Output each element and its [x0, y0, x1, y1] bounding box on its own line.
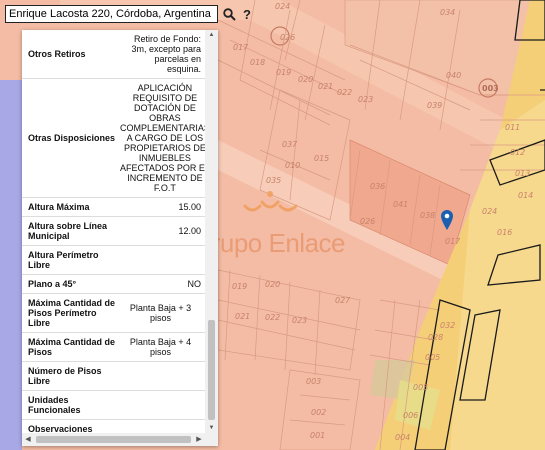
- scroll-right-icon[interactable]: ▶: [193, 433, 205, 446]
- parcel-label: 001: [310, 431, 325, 440]
- row-label: Altura sobre Línea Municipal: [28, 221, 108, 241]
- parcel-label: 013: [515, 169, 530, 178]
- parcel-label: 018: [250, 58, 265, 67]
- parcel-label: 003: [482, 84, 499, 93]
- parcel-info-panel: Otros Retiros Retiro de Fondo: 3m, except…: [22, 30, 218, 446]
- scroll-down-icon[interactable]: ▼: [205, 423, 218, 433]
- parcel-label: 026: [280, 33, 295, 42]
- parcel-label: 004: [395, 433, 410, 442]
- parcel-label: 011: [505, 123, 520, 132]
- location-pin-icon[interactable]: [441, 210, 453, 235]
- table-row: Máxima Cantidad de Pisos Planta Baja + 4…: [22, 333, 205, 362]
- row-value: [118, 362, 205, 390]
- row-label: Unidades Funcionales: [28, 395, 81, 415]
- parcel-label: 014: [518, 191, 533, 200]
- parcel-label: 040: [446, 71, 461, 80]
- row-value: Retiro de Fondo: 3m, excepto para parcelas…: [131, 34, 201, 74]
- parcel-label: 024: [275, 2, 290, 11]
- parcel-label: 015: [314, 154, 329, 163]
- row-value: 15.00: [178, 202, 201, 212]
- parcel-label: 006: [403, 411, 418, 420]
- parcel-label: 022: [265, 313, 280, 322]
- table-row: Otros Retiros Retiro de Fondo: 3m, except…: [22, 30, 205, 79]
- watermark-logo-icon: [240, 188, 300, 223]
- parcel-label: 037: [282, 140, 298, 149]
- parcel-label: 005: [413, 383, 428, 392]
- parcel-label: 003: [306, 377, 321, 386]
- scrollbar-thumb[interactable]: [36, 436, 191, 443]
- parcel-label: 020: [265, 280, 280, 289]
- parcel-label: 016: [497, 228, 512, 237]
- horizontal-scrollbar[interactable]: ◀ ▶: [22, 433, 218, 446]
- vertical-scrollbar[interactable]: ▲ ▼: [205, 30, 218, 433]
- row-value: Planta Baja + 4 pisos: [129, 337, 192, 357]
- parcel-label: 005: [425, 353, 440, 362]
- table-row: Número de Pisos Libre: [22, 362, 205, 391]
- parcel-label: 010: [285, 161, 300, 170]
- parcel-label: 021: [318, 82, 333, 91]
- parcel-label: 019: [276, 68, 291, 77]
- parcel-label: 032: [440, 321, 455, 330]
- scroll-up-icon[interactable]: ▲: [205, 30, 218, 40]
- help-button[interactable]: ?: [240, 6, 254, 22]
- parcel-label: 019: [232, 282, 247, 291]
- parcel-label: 024: [482, 207, 497, 216]
- table-row: Altura Máxima 15.00: [22, 198, 205, 217]
- scrollbar-thumb[interactable]: [208, 320, 215, 420]
- parcel-info-table: Otros Retiros Retiro de Fondo: 3m, except…: [22, 30, 205, 433]
- search-bar: ?: [5, 5, 254, 23]
- parcel-label: 035: [266, 176, 281, 185]
- parcel-label: 027: [335, 296, 351, 305]
- row-label: Otros Retiros: [28, 49, 86, 59]
- row-value: 12.00: [178, 226, 201, 236]
- parcel-label: 002: [311, 408, 326, 417]
- row-value: APLICACIÓN REQUISITO DE DOTACIÓN DE OBRAS CO…: [120, 83, 205, 193]
- parcel-label: 017: [445, 237, 461, 246]
- table-row: Máxima Cantidad de Pisos Perímetro Libre…: [22, 294, 205, 333]
- parcel-label: 039: [427, 101, 442, 110]
- table-row: Altura sobre Línea Municipal 12.00: [22, 217, 205, 246]
- table-row: Altura Perímetro Libre: [22, 246, 205, 275]
- parcel-label: 020: [298, 75, 313, 84]
- row-value: [118, 391, 205, 419]
- parcel-label: 023: [358, 95, 373, 104]
- table-row: Plano a 45° NO: [22, 275, 205, 294]
- table-row: Unidades Funcionales: [22, 391, 205, 420]
- row-label: Plano a 45°: [28, 279, 77, 289]
- row-label: Número de Pisos Libre: [28, 366, 102, 386]
- row-label: Máxima Cantidad de Pisos: [28, 337, 116, 357]
- parcel-label: 036: [370, 182, 385, 191]
- parcel-label: 012: [510, 148, 525, 157]
- parcel-label: 022: [337, 88, 352, 97]
- table-row: Observaciones: [22, 420, 205, 433]
- search-icon[interactable]: [222, 6, 236, 22]
- parcel-label: 034: [440, 8, 455, 17]
- row-value: Planta Baja + 3 pisos: [129, 303, 192, 323]
- scroll-left-icon[interactable]: ◀: [22, 433, 34, 446]
- address-search-input[interactable]: [5, 5, 218, 23]
- row-value: [118, 246, 205, 274]
- row-value: [118, 420, 205, 433]
- parcel-label: 023: [292, 316, 307, 325]
- row-label: Otras Disposiciones: [28, 133, 116, 143]
- row-label: Altura Perímetro Libre: [28, 250, 99, 270]
- row-label: Altura Máxima: [28, 202, 90, 212]
- parcel-label: 038: [420, 211, 435, 220]
- parcel-label: 021: [235, 312, 250, 321]
- row-value: NO: [187, 279, 202, 289]
- parcel-label: 041: [393, 200, 408, 209]
- parcel-label: 028: [428, 333, 443, 342]
- table-row: Otras Disposiciones APLICACIÓN REQUISITO …: [22, 79, 205, 198]
- row-label: Máxima Cantidad de Pisos Perímetro Libre: [28, 298, 116, 328]
- row-label: Observaciones: [28, 424, 93, 433]
- parcel-label: 017: [233, 43, 249, 52]
- parcel-label: 026: [360, 217, 375, 226]
